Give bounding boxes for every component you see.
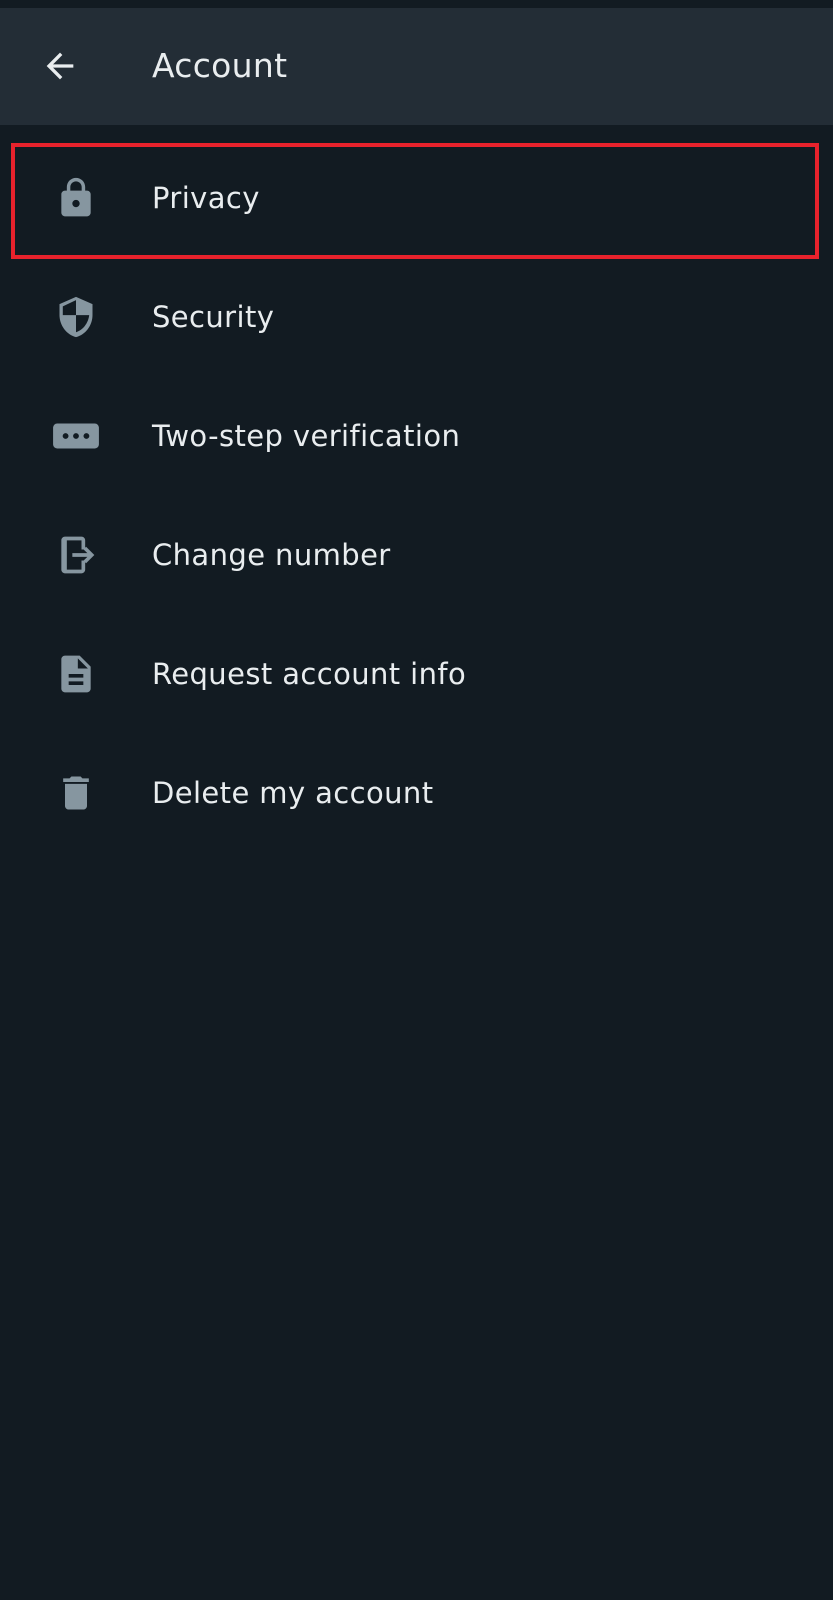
menu-item-label: Change number xyxy=(152,537,391,572)
menu-item-security[interactable]: Security xyxy=(0,257,833,376)
back-button[interactable] xyxy=(28,38,92,94)
trash-icon xyxy=(48,765,104,821)
shield-icon xyxy=(48,289,104,345)
menu-item-delete-my-account[interactable]: Delete my account xyxy=(0,733,833,852)
change-number-icon xyxy=(48,527,104,583)
app-bar: Account xyxy=(0,8,833,125)
menu-item-label: Privacy xyxy=(152,180,260,215)
menu-item-label: Security xyxy=(152,299,275,334)
arrow-left-icon xyxy=(46,52,74,80)
menu-item-label: Request account info xyxy=(152,656,467,691)
menu-item-change-number[interactable]: Change number xyxy=(0,495,833,614)
password-dots-icon xyxy=(48,408,104,464)
lock-icon xyxy=(48,170,104,226)
menu-item-two-step-verification[interactable]: Two-step verification xyxy=(0,376,833,495)
menu-item-label: Two-step verification xyxy=(152,418,461,453)
document-icon xyxy=(48,646,104,702)
status-bar xyxy=(0,0,833,8)
menu-item-privacy[interactable]: Privacy xyxy=(0,138,833,257)
page-title: Account xyxy=(152,46,288,85)
menu-item-label: Delete my account xyxy=(152,775,434,810)
account-menu: Privacy Security Two-step verification C… xyxy=(0,138,833,852)
menu-item-request-account-info[interactable]: Request account info xyxy=(0,614,833,733)
